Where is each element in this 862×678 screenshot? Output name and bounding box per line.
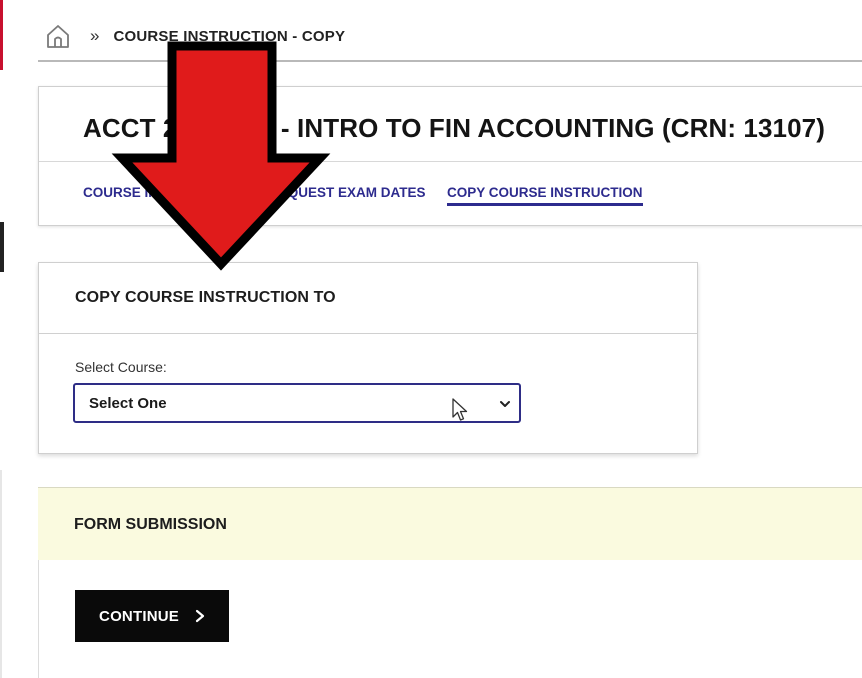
form-submission-body: CONTINUE — [38, 560, 862, 678]
continue-label: CONTINUE — [99, 607, 179, 625]
breadcrumb-divider — [38, 60, 862, 62]
form-submission-title: FORM SUBMISSION — [74, 516, 227, 533]
chevron-down-icon — [499, 397, 511, 409]
select-course-label: Select Course: — [75, 359, 167, 375]
page: » COURSE INSTRUCTION - COPY ACCT 2101-00… — [0, 0, 862, 678]
breadcrumb-current: COURSE INSTRUCTION - COPY — [113, 27, 346, 45]
tab-course-instruction[interactable]: COURSE INSTRUCTION — [83, 185, 237, 204]
copy-course-instruction-card: COPY COURSE INSTRUCTION TO Select Course… — [38, 262, 698, 454]
tab-copy-course-instruction[interactable]: COPY COURSE INSTRUCTION — [447, 185, 643, 206]
form-submission-header: FORM SUBMISSION — [38, 487, 862, 561]
tab-request-exam-dates[interactable]: REQUEST EXAM DATES — [269, 185, 426, 204]
chevron-right-icon — [195, 609, 205, 623]
home-icon[interactable] — [44, 22, 72, 50]
select-course-value: Select One — [89, 395, 167, 412]
left-edge-mark — [0, 222, 4, 272]
left-edge-line — [0, 470, 2, 678]
continue-button[interactable]: CONTINUE — [75, 590, 229, 642]
breadcrumb: » COURSE INSTRUCTION - COPY — [44, 20, 345, 52]
course-header-divider — [39, 161, 862, 162]
copy-card-title: COPY COURSE INSTRUCTION TO — [75, 289, 336, 306]
course-header-card: ACCT 2101-002 - INTRO TO FIN ACCOUNTING … — [38, 86, 862, 226]
copy-card-header: COPY COURSE INSTRUCTION TO — [39, 263, 697, 334]
course-title: ACCT 2101-002 - INTRO TO FIN ACCOUNTING … — [83, 113, 825, 143]
breadcrumb-separator: » — [90, 26, 100, 45]
left-edge-accent — [0, 0, 3, 70]
mouse-pointer-icon — [451, 397, 469, 423]
